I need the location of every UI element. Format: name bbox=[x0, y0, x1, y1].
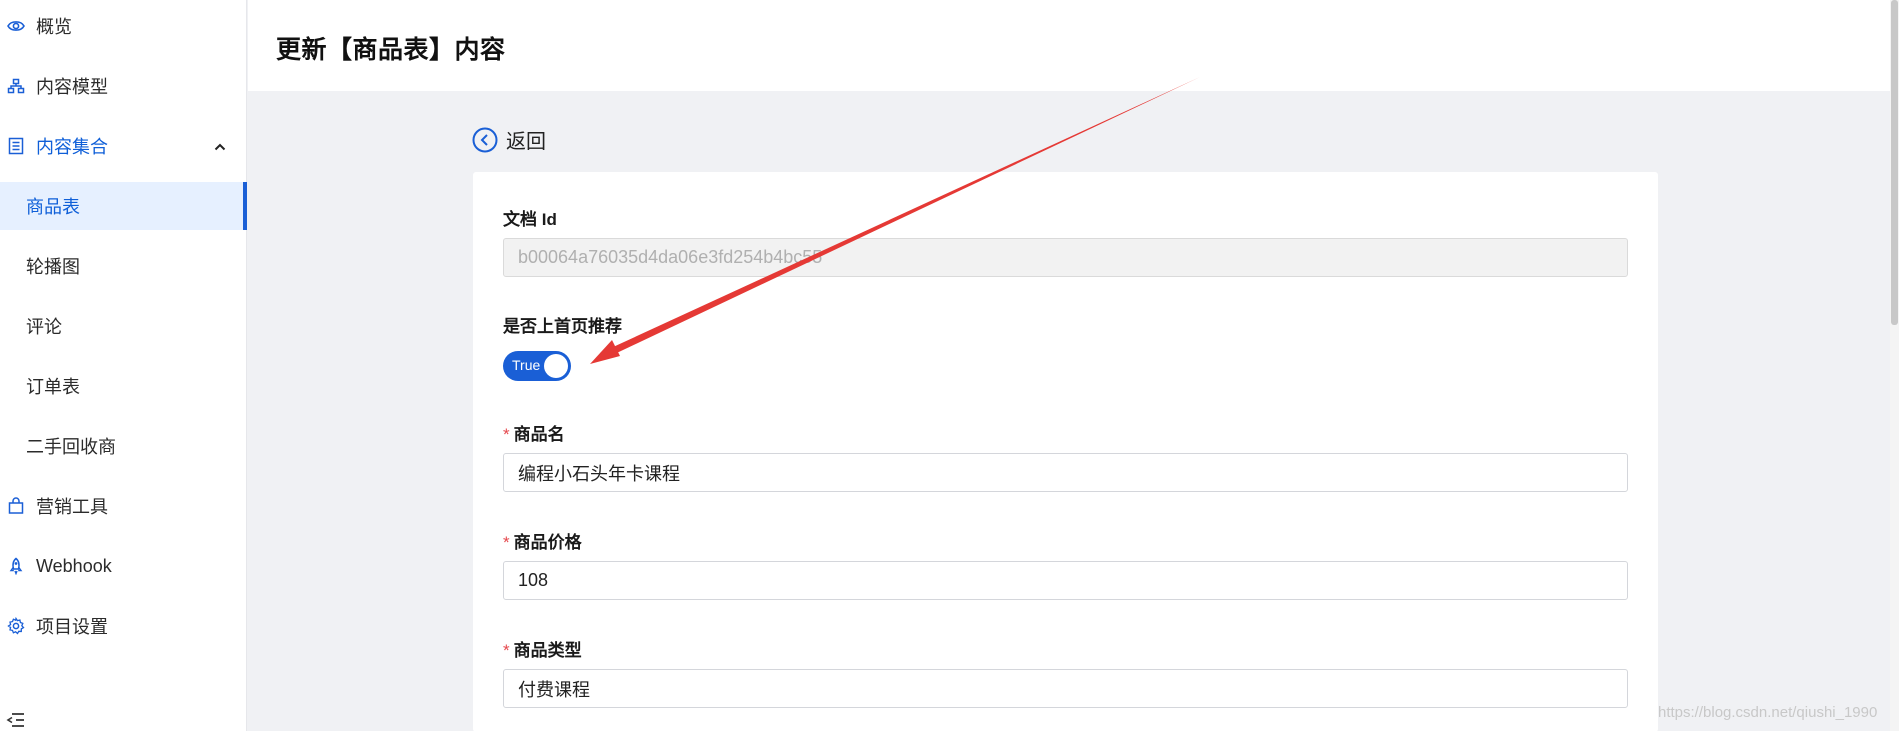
arrow-shaft bbox=[600, 77, 1200, 359]
watermark: https://blog.csdn.net/qiushi_1990 bbox=[1658, 704, 1878, 721]
arrow-head bbox=[590, 340, 620, 364]
annotation-arrow bbox=[590, 77, 1200, 364]
